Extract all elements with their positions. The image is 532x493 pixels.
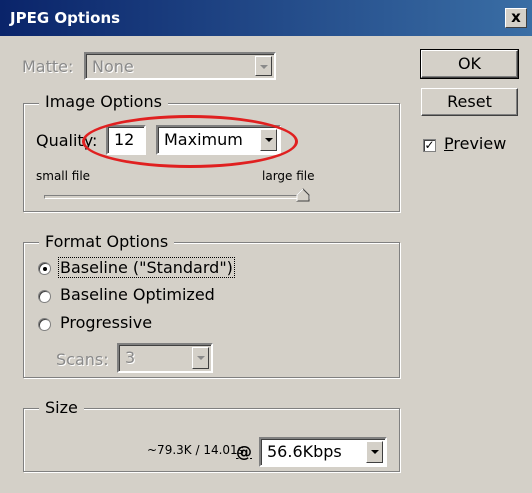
chevron-down-icon <box>260 129 277 151</box>
quality-input[interactable]: 12 <box>106 125 146 155</box>
image-options-title: Image Options <box>39 92 168 111</box>
slider-min-label: small file <box>36 169 91 183</box>
preview-checkbox[interactable]: ✓ <box>423 139 436 152</box>
matte-label: Matte: <box>22 57 74 76</box>
speed-select[interactable]: 56.6Kbps <box>259 437 387 467</box>
radio-label-baseline-standard: Baseline ("Standard") <box>58 257 235 278</box>
chevron-down-icon <box>366 441 383 463</box>
speed-value: 56.6Kbps <box>267 442 342 461</box>
quality-slider-thumb[interactable] <box>296 188 310 202</box>
quality-label: Quality: <box>36 131 98 150</box>
radio-progressive[interactable] <box>38 318 51 331</box>
preview-label: Preview <box>444 134 507 153</box>
format-options-title: Format Options <box>39 232 175 251</box>
matte-value: None <box>92 57 134 76</box>
scans-value: 3 <box>125 348 136 367</box>
quality-value: 12 <box>114 130 135 149</box>
radio-label-baseline-optimized: Baseline Optimized <box>60 285 215 304</box>
slider-max-label: large file <box>262 169 315 183</box>
radio-baseline-optimized[interactable] <box>38 290 51 303</box>
size-estimate: ~79.3K / 14.01s <box>147 443 244 457</box>
size-title: Size <box>39 398 84 417</box>
scans-label: Scans: <box>56 350 109 369</box>
quality-preset-value: Maximum <box>164 130 243 149</box>
window-title: JPEG Options <box>10 9 121 27</box>
ok-button[interactable]: OK <box>420 49 519 79</box>
checkmark-icon: ✓ <box>424 138 435 152</box>
quality-preset-select[interactable]: Maximum <box>156 125 281 155</box>
scans-select[interactable]: 3 <box>117 343 213 373</box>
reset-button[interactable]: Reset <box>421 88 518 116</box>
chevron-down-icon <box>255 56 272 76</box>
matte-select[interactable]: None <box>84 52 276 80</box>
at-symbol: @ <box>236 442 252 461</box>
radio-label-progressive: Progressive <box>60 313 153 332</box>
chevron-down-icon <box>192 347 209 369</box>
close-button[interactable]: x <box>505 8 527 28</box>
radio-baseline-standard[interactable] <box>38 262 51 275</box>
quality-slider-track[interactable] <box>44 195 310 199</box>
